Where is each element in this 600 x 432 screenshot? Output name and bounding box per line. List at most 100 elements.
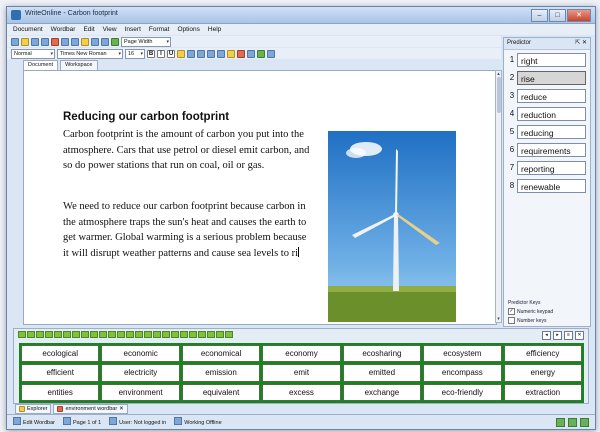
wordbar-letter-tab[interactable] — [45, 331, 53, 338]
document-editor[interactable]: Reducing our carbon footprint Carbon foo… — [23, 70, 497, 325]
menu-options[interactable]: Options — [177, 24, 199, 35]
undo-icon[interactable] — [91, 37, 99, 46]
wordbar-prev-icon[interactable]: ◂ — [542, 331, 551, 340]
italic-button[interactable]: I — [157, 49, 165, 58]
wordbar-word[interactable]: extraction — [503, 383, 582, 401]
prediction-item[interactable]: 4 reduction — [507, 106, 586, 121]
numbering-icon[interactable] — [217, 49, 225, 58]
minimize-button[interactable]: – — [531, 9, 548, 22]
menu-document[interactable]: Document — [13, 24, 43, 35]
wordbar-letter-tab[interactable] — [207, 331, 215, 338]
wordbar-word[interactable]: efficiency — [503, 345, 582, 363]
prediction-item[interactable]: 3 reduce — [507, 88, 586, 103]
wordbar-word[interactable]: emission — [181, 364, 261, 382]
document-scrollbar[interactable]: ▴ ▾ — [495, 70, 502, 323]
spellcheck-icon[interactable] — [51, 37, 59, 46]
read-aloud-icon[interactable] — [257, 49, 265, 58]
prediction-word[interactable]: reducing — [517, 124, 586, 139]
wordbar-letter-tab[interactable] — [63, 331, 71, 338]
bullets-icon[interactable] — [207, 49, 215, 58]
wordbar-letter-tab[interactable] — [171, 331, 179, 338]
new-document-icon[interactable] — [11, 37, 19, 46]
insert-image-icon[interactable] — [247, 49, 255, 58]
paragraph-text[interactable]: We need to reduce our carbon footprint b… — [63, 201, 306, 259]
wordbar-letter-tab[interactable] — [99, 331, 107, 338]
prediction-item[interactable]: 5 reducing — [507, 124, 586, 139]
wordbar-word[interactable]: energy — [503, 364, 582, 382]
speech-icon[interactable] — [111, 37, 119, 46]
scroll-down-icon[interactable]: ▾ — [496, 316, 501, 322]
redo-icon[interactable] — [101, 37, 109, 46]
prediction-word[interactable]: reduction — [517, 106, 586, 121]
paste-icon[interactable] — [81, 37, 89, 46]
zoom-select[interactable]: Page Width — [121, 36, 171, 47]
prediction-item[interactable]: 6 requirements — [507, 142, 586, 157]
copy-icon[interactable] — [71, 37, 79, 46]
align-right-icon[interactable] — [197, 49, 205, 58]
wordbar-letter-tab[interactable] — [72, 331, 80, 338]
wordbar-word[interactable]: excess — [262, 383, 341, 401]
wordbar-word[interactable]: ecosystem — [423, 345, 502, 363]
wordbar-letter-tab[interactable] — [189, 331, 197, 338]
checkbox-checked[interactable]: ✓ — [508, 308, 515, 315]
close-button[interactable]: ✕ — [567, 9, 591, 22]
number-keys-option[interactable]: Number keys — [508, 317, 553, 324]
wordbar-word[interactable]: ecological — [21, 345, 100, 363]
style-select[interactable]: Normal — [11, 48, 55, 59]
wordbar-word[interactable]: environment — [101, 383, 180, 401]
menu-insert[interactable]: Insert — [125, 24, 141, 35]
wordbar-letter-tab[interactable] — [27, 331, 35, 338]
prediction-item[interactable]: 1 right — [507, 52, 586, 67]
predictor-controls[interactable]: ⇱ ✕ — [575, 38, 587, 49]
cut-icon[interactable] — [61, 37, 69, 46]
tab-workspace[interactable]: Workspace — [60, 60, 98, 70]
align-left-icon[interactable] — [177, 49, 185, 58]
wordbar-word[interactable]: economic — [101, 345, 180, 363]
wordbar-word[interactable]: ecosharing — [342, 345, 422, 363]
underline-button[interactable]: U — [167, 49, 175, 58]
wordbar-word[interactable]: entities — [21, 383, 100, 401]
wordbar-letter-tab[interactable] — [117, 331, 125, 338]
wordbar-word[interactable]: efficient — [21, 364, 100, 382]
open-folder-icon[interactable] — [21, 37, 29, 46]
wordbar-close-icon[interactable]: ✕ — [575, 331, 584, 340]
document-paragraph[interactable]: Carbon footprint is the amount of carbon… — [63, 127, 311, 174]
tab-environment-wordbar[interactable]: environment wordbar ✕ — [53, 404, 128, 414]
menu-view[interactable]: View — [103, 24, 117, 35]
font-size-select[interactable]: 16 — [125, 48, 145, 59]
wordbar-word[interactable]: encompass — [423, 364, 502, 382]
wordbar-word[interactable]: eco-friendly — [423, 383, 502, 401]
edit-wordbar-button[interactable]: Edit Wordbar — [13, 417, 55, 426]
align-center-icon[interactable] — [187, 49, 195, 58]
wordbar-letter-tab[interactable] — [180, 331, 188, 338]
document-paragraph[interactable]: We need to reduce our carbon footprint b… — [63, 199, 311, 261]
wordbar-letter-tab[interactable] — [36, 331, 44, 338]
menu-wordbar[interactable]: Wordbar — [51, 24, 76, 35]
prediction-word[interactable]: requirements — [517, 142, 586, 157]
menu-edit[interactable]: Edit — [83, 24, 94, 35]
font-color-icon[interactable] — [237, 49, 245, 58]
wordbar-next-icon[interactable]: ▸ — [553, 331, 562, 340]
checkbox[interactable] — [508, 317, 515, 324]
wordbar-letter-tab[interactable] — [18, 331, 26, 338]
prediction-word[interactable]: reduce — [517, 88, 586, 103]
prediction-word[interactable]: reporting — [517, 160, 586, 175]
prediction-item[interactable]: 8 renewable — [507, 178, 586, 193]
wordbar-letter-tab[interactable] — [126, 331, 134, 338]
menu-help[interactable]: Help — [208, 24, 221, 35]
wordbar-letter-tab[interactable] — [90, 331, 98, 338]
prediction-item[interactable]: 7 reporting — [507, 160, 586, 175]
save-icon[interactable] — [31, 37, 39, 46]
prediction-word[interactable]: right — [517, 52, 586, 67]
wordbar-letter-tab[interactable] — [81, 331, 89, 338]
wordbar-letter-tab[interactable] — [144, 331, 152, 338]
document-heading[interactable]: Reducing our carbon footprint — [63, 111, 229, 123]
tab-explorer[interactable]: Explorer — [15, 404, 52, 414]
wordbar-word[interactable]: electricity — [101, 364, 180, 382]
settings-icon[interactable] — [267, 49, 275, 58]
scroll-thumb[interactable] — [497, 77, 501, 113]
wordbar-letter-tab[interactable] — [54, 331, 62, 338]
prediction-word-selected[interactable]: rise — [517, 70, 586, 85]
speech-status-icon[interactable] — [556, 418, 565, 427]
wordbar-word[interactable]: exchange — [342, 383, 422, 401]
